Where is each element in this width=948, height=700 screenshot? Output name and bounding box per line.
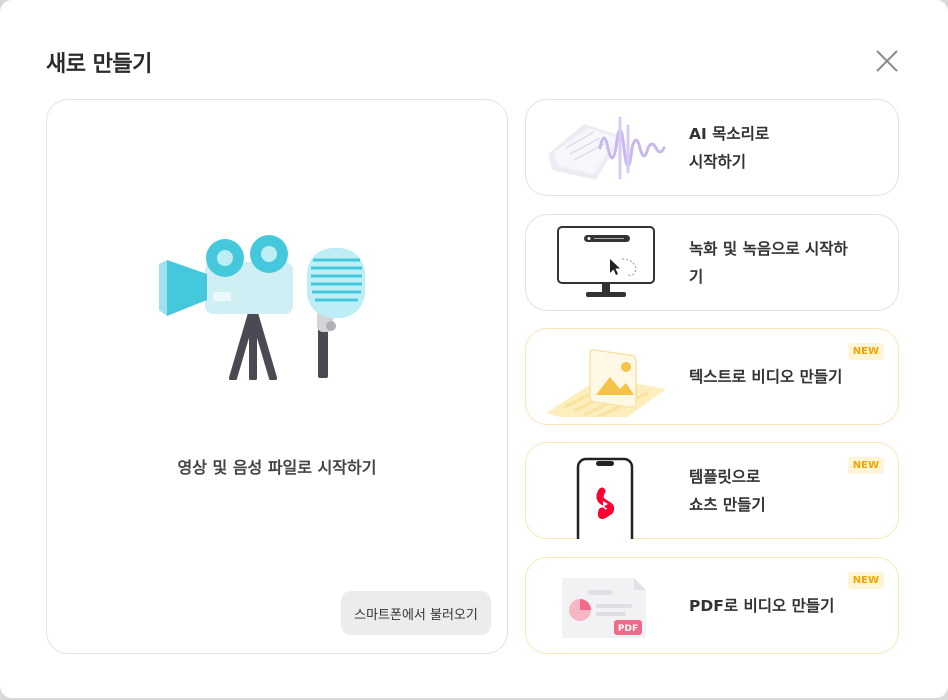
text-to-video-illustration — [544, 337, 666, 431]
text-to-video-label: 텍스트로 비디오 만들기 — [689, 367, 843, 386]
camera-microphone-illustration — [155, 230, 375, 382]
svg-text:PDF: PDF — [618, 624, 638, 634]
audio-waveform-illustration — [544, 108, 666, 188]
media-file-start-card[interactable]: 영상 및 음성 파일로 시작하기 스마트폰에서 불러오기 — [46, 99, 508, 654]
screen-recording-illustration — [544, 223, 666, 303]
recording-start-label: 녹화 및 녹음으로 시작하 기 — [689, 239, 848, 286]
new-badge: NEW — [847, 457, 884, 474]
media-file-start-label: 영상 및 음성 파일로 시작하기 — [177, 458, 377, 477]
shorts-phone-illustration — [544, 451, 666, 551]
load-from-smartphone-button[interactable]: 스마트폰에서 불러오기 — [341, 591, 491, 635]
ai-voice-start-card[interactable]: AI 목소리로 시작하기 — [525, 99, 899, 196]
pdf-document-illustration: PDF — [544, 566, 666, 646]
new-project-dialog: 새로 만들기 영상 및 음성 파일로 시작하기 스마트폰에서 불러오기 AI 목… — [0, 0, 948, 698]
dialog-title: 새로 만들기 — [46, 52, 152, 77]
pdf-to-video-label: PDF로 비디오 만들기 — [689, 596, 835, 615]
new-badge: NEW — [847, 343, 884, 360]
new-badge: NEW — [847, 572, 884, 589]
template-shorts-label: 템플릿으로 쇼츠 만들기 — [689, 467, 766, 514]
text-to-video-card[interactable]: 텍스트로 비디오 만들기 NEW — [525, 328, 899, 431]
ai-voice-start-label: AI 목소리로 시작하기 — [689, 124, 770, 171]
template-shorts-card[interactable]: 템플릿으로 쇼츠 만들기 NEW — [525, 442, 899, 551]
close-icon[interactable] — [872, 46, 902, 76]
pdf-to-video-card[interactable]: PDF PDF로 비디오 만들기 NEW — [525, 557, 899, 654]
recording-start-card[interactable]: 녹화 및 녹음으로 시작하 기 — [525, 214, 899, 311]
